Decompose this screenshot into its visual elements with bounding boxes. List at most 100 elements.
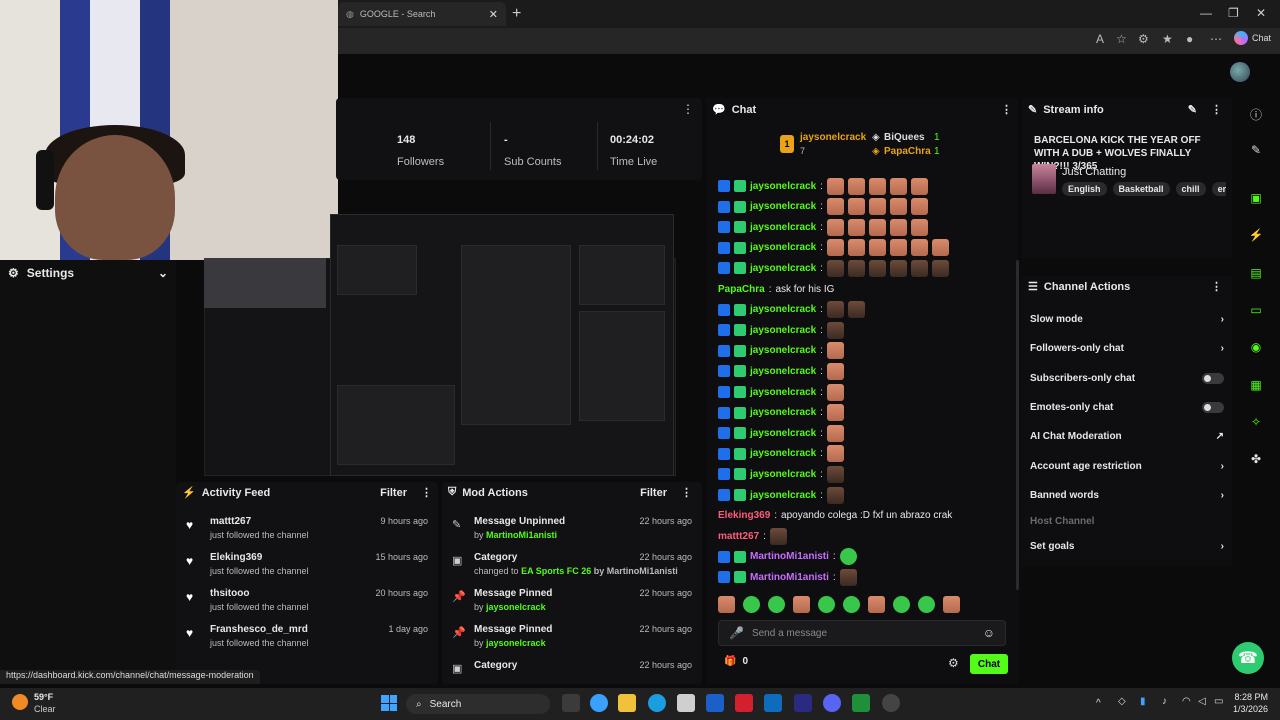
chat-username[interactable]: jaysonelcrack — [750, 181, 816, 192]
list-item[interactable]: ♥ Eleking369 just followed the channel 1… — [186, 552, 428, 588]
chat-username[interactable]: jaysonelcrack — [750, 387, 816, 398]
chat-message[interactable]: jaysonelcrack: — [718, 177, 928, 195]
chat-message[interactable]: jaysonelcrack: — [718, 301, 865, 319]
chat-message[interactable]: mattt267: — [718, 527, 787, 545]
emote-picker-icon[interactable] — [843, 596, 860, 613]
chat-username[interactable]: jaysonelcrack — [750, 201, 816, 212]
chat-message[interactable]: MartinoMi1anisti: — [718, 548, 857, 566]
emote-picker-icon[interactable] — [818, 596, 835, 613]
chat-message[interactable]: jaysonelcrack: — [718, 465, 844, 483]
list-item[interactable]: 📌 Message Pinned by jaysonelcrack 22 hou… — [450, 588, 692, 624]
chat-username[interactable]: jaysonelcrack — [750, 263, 816, 274]
copilot-taskbar-icon[interactable] — [590, 694, 608, 712]
chat-username[interactable]: Eleking369 — [718, 510, 770, 521]
chat-username[interactable]: PapaChra — [718, 284, 765, 295]
edge-icon[interactable] — [648, 694, 666, 712]
chat-scrollbar[interactable] — [1016, 260, 1019, 590]
detail-highlight[interactable]: jaysonelcrack — [486, 638, 546, 648]
emote-picker-icon[interactable] — [918, 596, 935, 613]
xbox-icon[interactable] — [852, 694, 870, 712]
chat-send-button[interactable]: Chat — [970, 654, 1008, 674]
close-window-icon[interactable]: ✕ — [1256, 6, 1266, 20]
favorite-star-icon[interactable]: ☆ — [1116, 32, 1127, 46]
mod-more-icon[interactable]: ⋮ — [681, 486, 692, 499]
chat-username[interactable]: jaysonelcrack — [750, 304, 816, 315]
browser-tab[interactable]: ◍ GOOGLE - Search ✕ — [338, 2, 506, 26]
outlook-icon[interactable] — [764, 694, 782, 712]
emotes-only-toggle[interactable] — [1202, 402, 1224, 413]
detail-highlight[interactable]: EA Sports FC 26 — [521, 566, 591, 576]
emote-picker-icon[interactable] — [743, 596, 760, 613]
chat-message[interactable]: jaysonelcrack: — [718, 342, 844, 360]
chat-settings-icon[interactable]: ⚙ — [948, 656, 959, 670]
leader-name[interactable]: BiQuees — [884, 132, 925, 143]
tray-bluetooth-icon[interactable]: ▮ — [1140, 696, 1146, 707]
activity-more-icon[interactable]: ⋮ — [421, 486, 432, 499]
battery-icon[interactable]: ▭ — [1214, 696, 1223, 707]
tray-chevron-icon[interactable]: ^ — [1096, 698, 1101, 709]
stats-more-icon[interactable]: ⋮ — [682, 102, 694, 116]
mod-filter-button[interactable]: Filter — [640, 487, 667, 499]
follower-name[interactable]: Franshesco_de_mrd — [210, 624, 308, 635]
chat-message[interactable]: jaysonelcrack: — [718, 404, 844, 422]
read-aloud-icon[interactable]: A — [1096, 32, 1104, 46]
chat-username[interactable]: jaysonelcrack — [750, 407, 816, 418]
chat-username[interactable]: jaysonelcrack — [750, 222, 816, 233]
emote-picker-icon[interactable] — [793, 596, 810, 613]
profile-icon[interactable]: ● — [1186, 32, 1193, 46]
edit-icon[interactable]: ✎ — [1188, 103, 1197, 116]
support-chat-button[interactable]: ☎ — [1232, 642, 1264, 674]
more-menu-icon[interactable]: ⋯ — [1210, 32, 1222, 46]
leader-name[interactable]: PapaChra — [884, 146, 931, 157]
wifi-icon[interactable]: ◠ — [1182, 696, 1191, 707]
windows-start-icon[interactable] — [381, 695, 397, 711]
follower-name[interactable]: Eleking369 — [210, 552, 262, 563]
chat-username[interactable]: jaysonelcrack — [750, 345, 816, 356]
chat-message[interactable]: jaysonelcrack: — [718, 239, 949, 257]
emote-picker-icon[interactable] — [893, 596, 910, 613]
ai-moderation-row[interactable]: AI Chat Moderation ↗ — [1030, 431, 1224, 442]
discord-icon[interactable] — [823, 694, 841, 712]
chat-username[interactable]: MartinoMi1anisti — [750, 551, 829, 562]
account-age-row[interactable]: Account age restriction › — [1030, 461, 1224, 472]
copilot-button[interactable]: Chat — [1234, 31, 1271, 45]
user-avatar[interactable] — [1230, 62, 1250, 82]
list-item[interactable]: 📌 Message Pinned by jaysonelcrack 22 hou… — [450, 624, 692, 660]
chat-username[interactable]: jaysonelcrack — [750, 366, 816, 377]
extensions-icon[interactable]: ⚙ — [1138, 32, 1149, 46]
emote-picker-icon[interactable] — [943, 596, 960, 613]
channel-actions-more-icon[interactable]: ⋮ — [1211, 280, 1222, 293]
chat-username[interactable]: jaysonelcrack — [750, 469, 816, 480]
chat-message[interactable]: PapaChra: ask for his IG — [718, 280, 834, 298]
chat-username[interactable]: jaysonelcrack — [750, 448, 816, 459]
new-tab-button[interactable]: + — [512, 5, 521, 23]
store-icon[interactable] — [677, 694, 695, 712]
banned-words-row[interactable]: Banned words › — [1030, 490, 1224, 501]
slow-mode-row[interactable]: Slow mode › — [1030, 314, 1224, 325]
list-item[interactable]: ♥ thsitooo just followed the channel 20 … — [186, 588, 428, 624]
mic-icon[interactable]: 🎤 — [729, 626, 744, 640]
tray-mic-icon[interactable]: ♪ — [1162, 696, 1167, 707]
emote-picker-icon[interactable] — [718, 596, 735, 613]
info-icon[interactable]: ⓘ — [1248, 106, 1264, 122]
chat-message[interactable]: jaysonelcrack: — [718, 321, 844, 339]
broadcast-icon[interactable]: ◉ — [1248, 340, 1264, 356]
chat-message[interactable]: jaysonelcrack: — [718, 218, 928, 236]
chat-message[interactable]: jaysonelcrack: — [718, 259, 949, 277]
obs-icon[interactable] — [882, 694, 900, 712]
stream-category[interactable]: Just Chatting — [1062, 166, 1126, 178]
pencil-icon[interactable]: ✎ — [1248, 143, 1264, 159]
list-item[interactable]: ▣ Category changed to EA Sports FC 26 by… — [450, 552, 692, 588]
stream-info-rail-icon[interactable]: ▣ — [1248, 191, 1264, 207]
list-item[interactable]: ▣ Category 22 hours ago — [450, 660, 692, 678]
chat-message[interactable]: jaysonelcrack: — [718, 445, 844, 463]
list-item[interactable]: ♥ Franshesco_de_mrd just followed the ch… — [186, 624, 428, 660]
emoji-icon[interactable]: ☺ — [983, 626, 995, 640]
emote-picker-icon[interactable] — [868, 596, 885, 613]
chat-message[interactable]: jaysonelcrack: — [718, 486, 844, 504]
chat-message[interactable]: Eleking369: apoyando colega :D fxf un abr… — [718, 507, 952, 525]
follower-name[interactable]: mattt267 — [210, 516, 251, 527]
layout-icon[interactable]: ▦ — [1248, 378, 1264, 394]
mcafee-icon[interactable] — [735, 694, 753, 712]
list-item[interactable]: ♥ mattt267 just followed the channel 9 h… — [186, 516, 428, 552]
